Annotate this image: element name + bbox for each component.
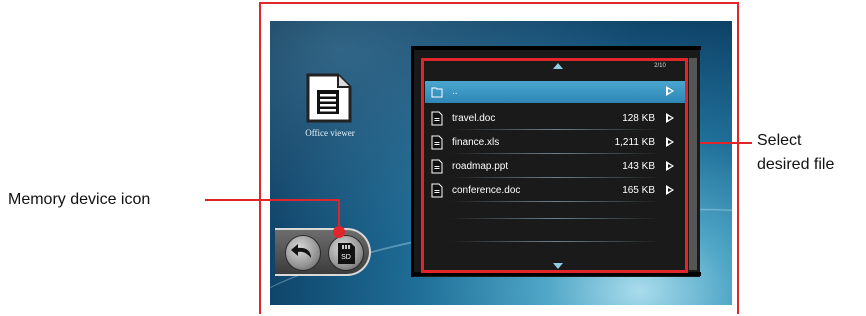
sd-label: SD — [341, 254, 351, 261]
back-arrow-icon — [291, 244, 311, 258]
back-button[interactable] — [285, 235, 321, 271]
memory-device-annotation: Memory device icon — [8, 191, 151, 208]
memory-device-marker — [333, 226, 345, 238]
sd-card-icon — [338, 243, 355, 264]
scrollbar[interactable] — [689, 58, 697, 270]
memory-device-button[interactable]: SD — [328, 235, 364, 271]
memory-device-leader-h — [205, 199, 340, 201]
select-file-annotation-line2: desired file — [757, 156, 835, 173]
select-file-annotation-line1: Select — [757, 132, 802, 149]
document-icon[interactable] — [305, 72, 353, 124]
file-list-highlight — [421, 58, 688, 273]
panel-top-edge — [411, 46, 701, 50]
select-file-leader — [700, 142, 752, 144]
app-label: Office viewer — [305, 128, 355, 138]
